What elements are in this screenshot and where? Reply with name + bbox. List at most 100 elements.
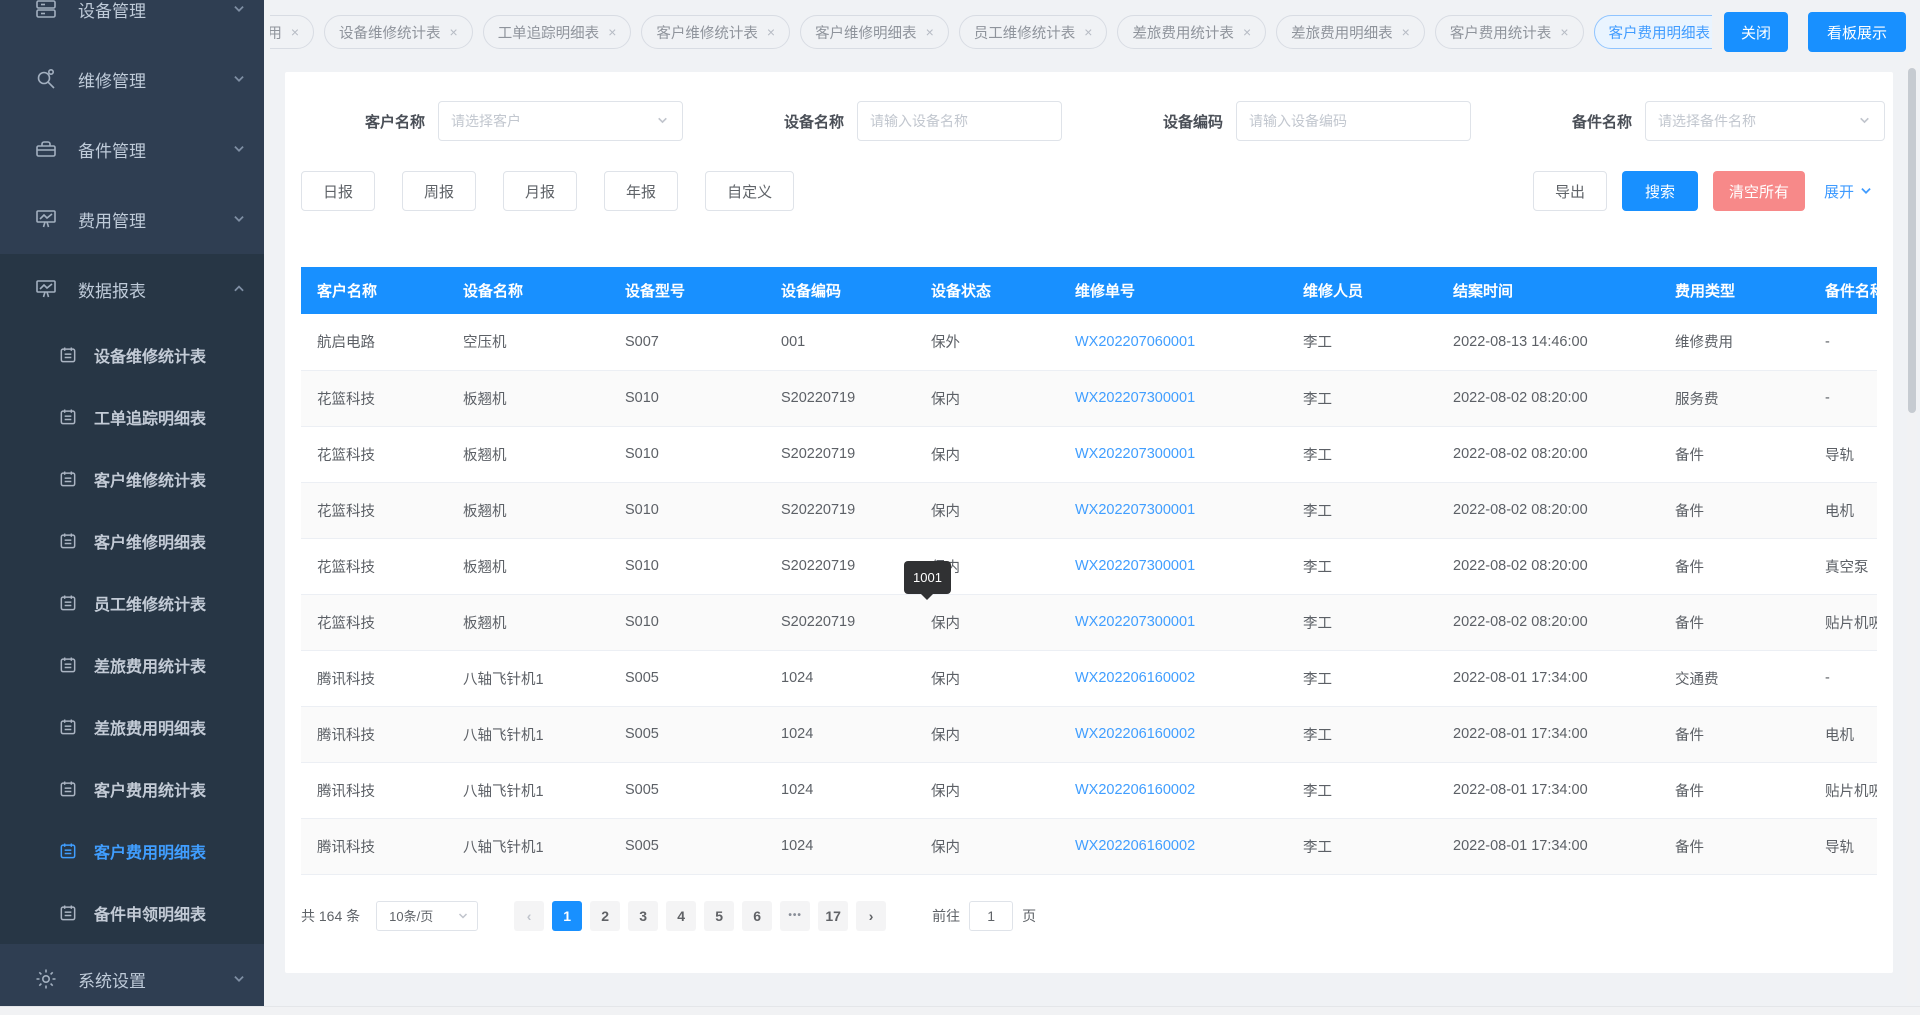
table-cell: 八轴飞针机1: [451, 762, 613, 818]
workorder-link[interactable]: WX202206160002: [1063, 706, 1291, 762]
workorder-link[interactable]: WX202207300001: [1063, 482, 1291, 538]
filter-row: 客户名称请选择客户设备名称请输入设备名称设备编码请输入设备编码备件名称请选择备件…: [285, 72, 1893, 141]
sidebar-item[interactable]: 维修管理: [0, 44, 264, 114]
tab[interactable]: 客户费用统计表×: [1435, 15, 1584, 49]
tab[interactable]: 设备维修统计表×: [324, 15, 473, 49]
report-range-button[interactable]: 自定义: [705, 171, 794, 211]
tab-label: 员工维修统计表: [974, 22, 1076, 43]
workorder-link[interactable]: WX202207060001: [1063, 314, 1291, 370]
expand-toggle[interactable]: 展开: [1824, 181, 1873, 202]
close-tab-icon[interactable]: ×: [450, 25, 458, 39]
close-tab-icon[interactable]: ×: [1402, 25, 1410, 39]
workorder-link[interactable]: WX202207300001: [1063, 538, 1291, 594]
sidebar-subitem[interactable]: 客户费用明细表: [0, 820, 264, 882]
tab[interactable]: 差旅费用明细表×: [1276, 15, 1425, 49]
sidebar-item[interactable]: 设备管理: [0, 0, 264, 44]
vertical-scrollbar[interactable]: [1907, 62, 1917, 1003]
column-header: 费用类型: [1663, 267, 1813, 314]
report-range-button[interactable]: 日报: [301, 171, 375, 211]
close-tab-icon[interactable]: ×: [1243, 25, 1251, 39]
sidebar-item[interactable]: 费用管理: [0, 184, 264, 254]
export-button[interactable]: 导出: [1533, 171, 1607, 211]
goto-page-input[interactable]: [969, 901, 1013, 931]
clear-all-button[interactable]: 清空所有: [1713, 171, 1805, 211]
sidebar-subitem[interactable]: 客户费用统计表: [0, 758, 264, 820]
close-tab-icon[interactable]: ×: [291, 25, 299, 39]
tab[interactable]: 用×: [270, 15, 314, 49]
workorder-link[interactable]: WX202207300001: [1063, 426, 1291, 482]
filter-input[interactable]: 请输入设备编码: [1236, 101, 1471, 141]
table-row: 腾讯科技八轴飞针机1S0051024保内WX202206160002李工2022…: [301, 762, 1877, 818]
report-range-button[interactable]: 周报: [402, 171, 476, 211]
close-tab-icon[interactable]: ×: [608, 25, 616, 39]
table-row: 航启电路空压机S007001保外WX202207060001李工2022-08-…: [301, 314, 1877, 370]
sidebar-subitem[interactable]: 工单追踪明细表: [0, 386, 264, 448]
page-button[interactable]: 1: [552, 901, 582, 931]
table-cell: 2022-08-02 08:20:00: [1441, 482, 1663, 538]
sidebar-item[interactable]: 数据报表: [0, 254, 264, 324]
page-button[interactable]: 17: [818, 901, 848, 931]
tab[interactable]: 客户维修统计表×: [641, 15, 790, 49]
page-button[interactable]: 2: [590, 901, 620, 931]
close-tab-icon[interactable]: ×: [1560, 25, 1568, 39]
tab[interactable]: 员工维修统计表 ×: [959, 15, 1108, 49]
page-button[interactable]: 5: [704, 901, 734, 931]
report-range-button[interactable]: 年报: [604, 171, 678, 211]
tab[interactable]: 客户费用明细表×: [1594, 15, 1712, 49]
chevron-down-icon: [232, 72, 246, 86]
column-header: 维修人员: [1291, 267, 1441, 314]
page-button[interactable]: 6: [742, 901, 772, 931]
page-button[interactable]: 3: [628, 901, 658, 931]
table-cell: 导轨: [1813, 426, 1877, 482]
sidebar-subitem[interactable]: 设备维修统计表: [0, 324, 264, 386]
filter-label: 设备名称: [784, 111, 844, 132]
table-cell: 花篮科技: [301, 370, 451, 426]
page-size-select[interactable]: 10条/页: [376, 901, 478, 931]
table-cell: 保内: [919, 650, 1063, 706]
report-range-button[interactable]: 月报: [503, 171, 577, 211]
sidebar-subitem[interactable]: 客户维修统计表: [0, 448, 264, 510]
table-cell: 腾讯科技: [301, 650, 451, 706]
prev-page-button[interactable]: ‹: [514, 901, 544, 931]
table-cell: S20220719: [769, 370, 919, 426]
search-button[interactable]: 搜索: [1622, 171, 1698, 211]
filter-group: 备件名称请选择备件名称: [1572, 101, 1885, 141]
sidebar-subitem[interactable]: 差旅费用明细表: [0, 696, 264, 758]
tab-label: 工单追踪明细表: [498, 22, 600, 43]
table-cell: 2022-08-01 17:34:00: [1441, 650, 1663, 706]
sidebar-subitem[interactable]: 客户维修明细表: [0, 510, 264, 572]
workorder-link[interactable]: WX202206160002: [1063, 762, 1291, 818]
filter-input[interactable]: 请输入设备名称: [857, 101, 1062, 141]
page-button[interactable]: 4: [666, 901, 696, 931]
filter-group: 客户名称请选择客户: [365, 101, 683, 141]
table-cell: S20220719: [769, 538, 919, 594]
page-ellipsis[interactable]: •••: [780, 901, 810, 931]
workorder-link[interactable]: WX202207300001: [1063, 594, 1291, 650]
filter-label: 客户名称: [365, 111, 425, 132]
close-tab-icon[interactable]: ×: [767, 25, 775, 39]
sidebar-subitem[interactable]: 备件申领明细表: [0, 882, 264, 944]
table-cell: 2022-08-01 17:34:00: [1441, 762, 1663, 818]
sidebar-subitem[interactable]: 差旅费用统计表: [0, 634, 264, 696]
filter-select[interactable]: 请选择客户: [438, 101, 683, 141]
next-page-button[interactable]: ›: [856, 901, 886, 931]
close-button[interactable]: 关闭: [1724, 12, 1788, 52]
board-display-button[interactable]: 看板展示: [1808, 12, 1906, 52]
tab[interactable]: 工单追踪明细表 ×: [483, 15, 632, 49]
workorder-link[interactable]: WX202206160002: [1063, 650, 1291, 706]
scrollbar-thumb[interactable]: [1908, 68, 1916, 413]
close-tab-icon[interactable]: ×: [1084, 25, 1092, 39]
workorder-link[interactable]: WX202207300001: [1063, 370, 1291, 426]
workorder-link[interactable]: WX202206160002: [1063, 818, 1291, 874]
tab[interactable]: 客户维修明细表×: [800, 15, 949, 49]
sidebar-item[interactable]: 备件管理: [0, 114, 264, 184]
placeholder-text: 请输入设备编码: [1249, 111, 1458, 131]
filter-select[interactable]: 请选择备件名称: [1645, 101, 1885, 141]
tab[interactable]: 差旅费用统计表×: [1117, 15, 1266, 49]
table-cell: -: [1813, 314, 1877, 370]
sidebar-item-settings[interactable]: 系统设置: [0, 944, 264, 1014]
table-cell: 腾讯科技: [301, 762, 451, 818]
close-tab-icon[interactable]: ×: [926, 25, 934, 39]
horizontal-scrollbar[interactable]: [0, 1006, 1920, 1015]
sidebar-subitem[interactable]: 员工维修统计表: [0, 572, 264, 634]
